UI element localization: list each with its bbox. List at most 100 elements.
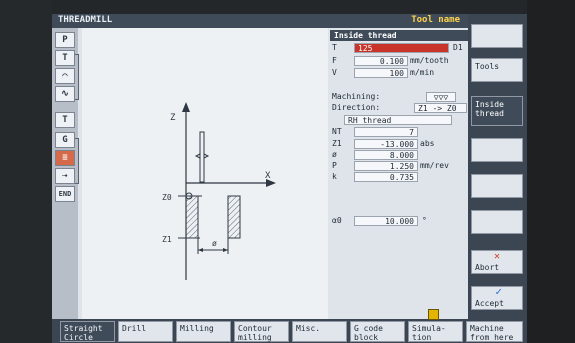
- thread-drawing: Z X Z0 Z1 ø: [162, 102, 276, 280]
- z1-param-label: Z1: [332, 139, 342, 148]
- strip-button-radius[interactable]: ⌒: [55, 68, 75, 84]
- pitch-field[interactable]: 1.250: [354, 161, 418, 171]
- direction-label: Direction:: [332, 103, 381, 112]
- g-code-block-softkey[interactable]: G code block: [350, 321, 405, 342]
- alpha0-label: α0: [332, 216, 342, 225]
- strip-bracket-top: [75, 54, 79, 100]
- diameter-label: ø: [212, 239, 217, 248]
- workpiece-right-wall: [227, 195, 241, 239]
- dia-label: ø: [332, 150, 337, 159]
- simulation-softkey[interactable]: Simula- tion: [408, 321, 463, 342]
- vsoftkey-1[interactable]: [471, 24, 523, 48]
- z1-label: Z1: [162, 235, 172, 244]
- machining-select[interactable]: ▽▽▽: [426, 92, 456, 102]
- strip-button-end[interactable]: END: [55, 186, 75, 202]
- alpha0-unit: °: [422, 216, 427, 225]
- hmi-display: THREADMILL Tool name P T ⌒ ∿ T G ≡ ⇢ END: [52, 14, 527, 343]
- parameter-panel: Inside thread T 125 D1 F 0.100 mm/tooth …: [330, 28, 469, 319]
- k-label: k: [332, 172, 337, 181]
- contour-icon: ∿: [61, 89, 69, 99]
- nt-label: NT: [332, 127, 342, 136]
- nt-field[interactable]: 7: [354, 127, 418, 137]
- close-icon: ✕: [493, 251, 500, 262]
- speed-field[interactable]: 100: [354, 68, 408, 78]
- param-f: F 0.100 mm/tooth: [332, 56, 467, 67]
- strip-bracket-bottom: [75, 138, 79, 184]
- abort-label: Abort: [475, 263, 500, 272]
- check-icon: ✓: [495, 285, 502, 298]
- v-label: V: [332, 68, 337, 77]
- straight-circle-softkey[interactable]: Straight Circle: [60, 321, 115, 342]
- alpha0-field[interactable]: 10.000: [354, 216, 418, 226]
- drill-softkey[interactable]: Drill: [118, 321, 173, 342]
- lock-icon: [428, 309, 439, 320]
- strip-button-p[interactable]: P: [55, 32, 75, 48]
- radius-icon: ⌒: [62, 71, 68, 81]
- accept-label: Accept: [475, 299, 504, 308]
- tool-name-field[interactable]: 125: [354, 43, 449, 53]
- param-t: T 125 D1: [332, 43, 467, 54]
- t-suffix: D1: [453, 43, 463, 52]
- pitch-unit: mm/rev: [420, 161, 449, 170]
- param-k: k 0.735: [332, 172, 467, 183]
- param-alpha0: α0 10.000 °: [332, 216, 467, 227]
- x-axis-label: X: [265, 171, 271, 181]
- z0-label: Z0: [162, 193, 172, 202]
- thread-direction-select[interactable]: RH thread: [344, 115, 452, 125]
- tools-softkey[interactable]: Tools: [471, 58, 523, 82]
- z1-field[interactable]: -13.000: [354, 139, 418, 149]
- param-v: V 100 m/min: [332, 68, 467, 79]
- vertical-softkey-bar: Tools Inside thread ✕ Abort ✓ Accept: [468, 14, 527, 319]
- contour-milling-softkey[interactable]: Contour milling: [234, 321, 289, 342]
- param-p: P 1.250 mm/rev: [332, 161, 467, 172]
- z1-unit: abs: [420, 139, 435, 148]
- strip-button-thread[interactable]: ≡: [55, 150, 75, 166]
- param-dia: ø 8.000: [332, 150, 467, 161]
- z-axis: [182, 102, 190, 280]
- f-label: F: [332, 56, 337, 65]
- speed-unit: m/min: [410, 68, 435, 77]
- screen-bezel-right: [527, 0, 575, 343]
- t-label: T: [332, 43, 337, 52]
- strip-button-t2[interactable]: T: [55, 112, 75, 128]
- strip-button-position[interactable]: ⇢: [55, 168, 75, 184]
- strip-button-t[interactable]: T: [55, 50, 75, 66]
- feed-unit: mm/tooth: [410, 56, 449, 65]
- param-nt: NT 7: [332, 127, 467, 138]
- vsoftkey-6[interactable]: [471, 210, 523, 234]
- misc-softkey[interactable]: Misc.: [292, 321, 347, 342]
- screen-bezel-left: [0, 0, 52, 343]
- workpiece-left-wall: [185, 195, 199, 239]
- machine-screen: THREADMILL Tool name P T ⌒ ∿ T G ≡ ⇢ END: [0, 0, 575, 343]
- param-z1: Z1 -13.000 abs: [332, 139, 467, 150]
- machining-label: Machining:: [332, 92, 381, 101]
- title-bar: THREADMILL Tool name: [52, 14, 468, 28]
- left-toolstrip: P T ⌒ ∿ T G ≡ ⇢ END: [52, 28, 79, 319]
- tool-name-label: Tool name: [411, 15, 460, 25]
- thread-graphic: Z X Z0 Z1 ø: [82, 28, 328, 319]
- p-label: P: [332, 161, 337, 170]
- strip-button-g[interactable]: G: [55, 132, 75, 148]
- param-rh-thread: RH thread: [332, 115, 467, 126]
- k-field[interactable]: 0.735: [354, 172, 418, 182]
- cycle-header: Inside thread: [330, 30, 469, 41]
- strip-button-contour[interactable]: ∿: [55, 86, 75, 102]
- dia-field[interactable]: 8.000: [354, 150, 418, 160]
- feed-field[interactable]: 0.100: [354, 56, 408, 66]
- horizontal-softkey-bar: Straight Circle Drill Milling Contour mi…: [52, 319, 527, 343]
- vsoftkey-4[interactable]: [471, 138, 523, 162]
- param-direction: Direction: Z1 -> Z0: [332, 103, 467, 114]
- param-machining: Machining: ▽▽▽: [332, 92, 467, 103]
- milling-softkey[interactable]: Milling: [176, 321, 231, 342]
- app-title: THREADMILL: [58, 15, 113, 25]
- inside-thread-softkey[interactable]: Inside thread: [471, 96, 523, 126]
- accept-softkey[interactable]: ✓ Accept: [471, 286, 523, 310]
- thread-icon: ≡: [62, 153, 68, 163]
- direction-select[interactable]: Z1 -> Z0: [414, 103, 467, 113]
- vsoftkey-5[interactable]: [471, 174, 523, 198]
- z-axis-label: Z: [170, 113, 176, 123]
- tool-shank: [199, 131, 205, 183]
- machine-from-here-softkey[interactable]: Machine from here: [466, 321, 523, 342]
- position-icon: ⇢: [62, 171, 68, 181]
- abort-softkey[interactable]: ✕ Abort: [471, 250, 523, 274]
